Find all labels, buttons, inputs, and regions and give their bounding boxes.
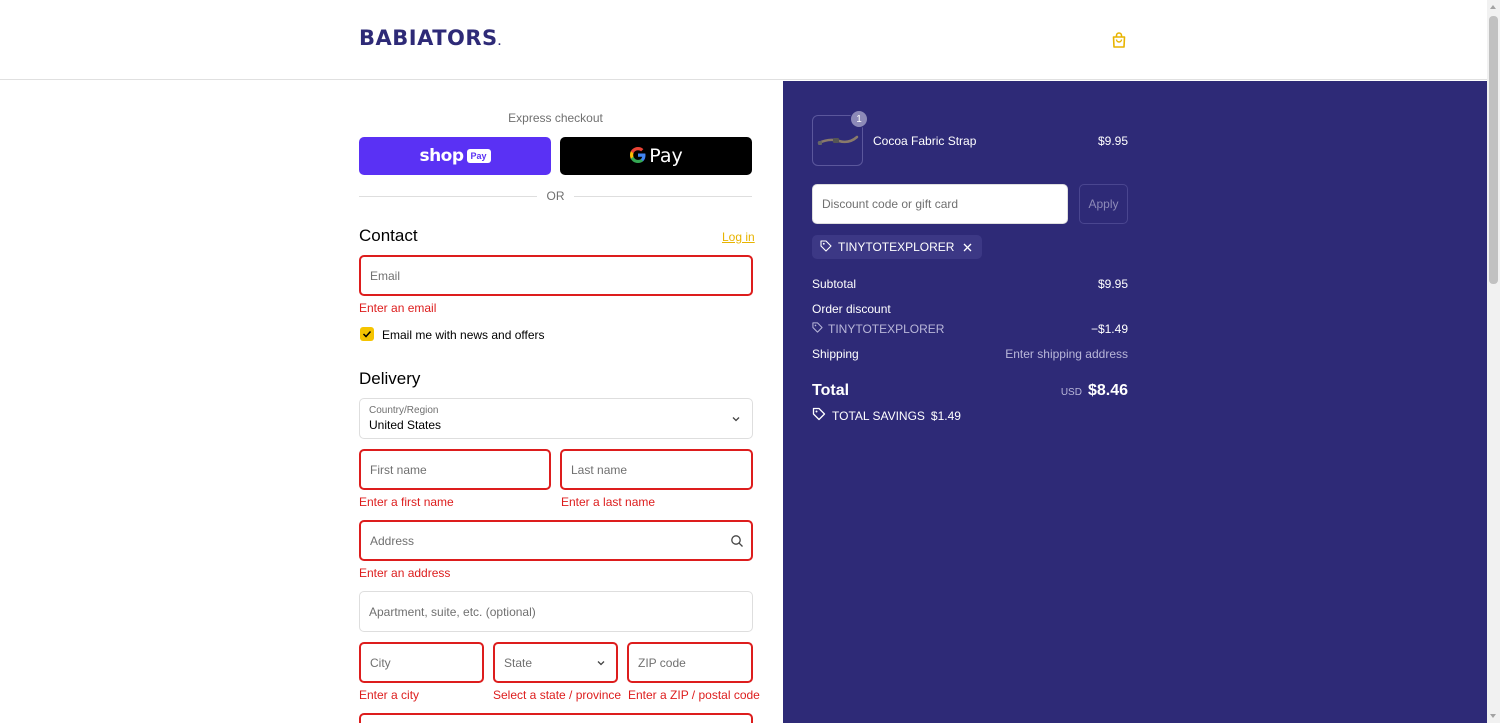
chevron-down-icon [732,417,740,422]
email-input[interactable] [361,257,751,294]
shipping-label: Shipping [812,347,859,361]
shop-pay-button[interactable]: shop Pay [359,137,551,175]
zip-input[interactable] [629,644,751,681]
brand-logo[interactable]: BABIATORS. [359,26,502,50]
zip-error: Enter a ZIP / postal code [628,688,760,702]
tag-icon [820,239,832,255]
address-error: Enter an address [359,566,451,580]
quantity-badge: 1 [850,110,868,128]
scroll-up-arrow-icon[interactable] [1490,5,1496,9]
state-error: Select a state / province [493,688,622,702]
apartment-field[interactable] [359,591,753,632]
delivery-heading: Delivery [359,369,421,388]
apply-discount-button[interactable]: Apply [1079,184,1128,224]
order-discount-label: Order discount [812,302,891,316]
address-input[interactable] [361,522,751,559]
discount-code-input[interactable] [813,185,1067,223]
apartment-input[interactable] [360,592,752,631]
address-field[interactable] [359,520,753,561]
scrollbar-thumb[interactable] [1489,16,1498,284]
newsletter-label: Email me with news and offers [382,328,545,342]
phone-field[interactable] [359,713,753,723]
applied-discount-chip: TINYTOTEXPLORER [812,235,983,259]
scroll-down-arrow-icon[interactable] [1490,714,1496,718]
country-select[interactable]: Country/Region United States [359,398,753,439]
email-field[interactable] [359,255,753,296]
chevron-down-icon [597,661,605,666]
login-link[interactable]: Log in [722,230,755,244]
state-select[interactable] [493,642,618,683]
subtotal-label: Subtotal [812,277,857,291]
country-label: Country/Region [369,405,439,416]
newsletter-checkbox[interactable] [360,327,374,341]
zip-field[interactable] [627,642,753,683]
total-value: USD $8.46 [1061,382,1128,400]
subtotal-value: $9.95 [1097,277,1128,291]
savings-value: $1.49 [930,408,961,423]
google-pay-button[interactable]: Pay [560,137,752,175]
search-icon [731,535,743,547]
order-discount-value: −$1.49 [1090,322,1128,336]
product-name: Cocoa Fabric Strap [873,134,977,148]
total-savings: TOTAL SAVINGS $1.49 [812,407,961,424]
first-name-input[interactable] [361,451,549,488]
total-label: Total [812,382,850,399]
email-error: Enter an email [359,301,437,315]
last-name-error: Enter a last name [561,495,656,509]
city-input[interactable] [361,644,482,681]
product-price: $9.95 [1097,134,1128,148]
city-field[interactable] [359,642,484,683]
city-error: Enter a city [359,688,420,702]
last-name-field[interactable] [560,449,753,490]
discount-code-field[interactable] [812,184,1068,224]
site-header: BABIATORS. [0,0,1487,80]
first-name-field[interactable] [359,449,551,490]
savings-label: TOTAL SAVINGS [832,408,925,423]
country-value: United States [369,418,442,432]
remove-discount-icon[interactable] [963,243,972,252]
contact-heading: Contact [359,226,418,245]
total-amount: $8.46 [1087,382,1128,399]
tag-icon [812,407,826,424]
first-name-error: Enter a first name [359,495,454,509]
or-divider: OR [359,189,752,203]
page-scrollbar[interactable] [1487,0,1500,723]
shopping-bag-icon[interactable] [1110,31,1128,49]
google-g-icon [629,146,647,167]
shipping-value: Enter shipping address [1005,347,1128,361]
applied-code-label: TINYTOTEXPLORER [838,240,955,254]
last-name-input[interactable] [562,451,751,488]
express-checkout-label: Express checkout [508,111,603,125]
tag-icon [812,322,823,336]
order-discount-code: TINYTOTEXPLORER [812,322,944,336]
order-summary-panel: 1 Cocoa Fabric Strap $9.95 Apply TINYTOT… [783,81,1487,723]
total-currency: USD [1060,387,1082,398]
